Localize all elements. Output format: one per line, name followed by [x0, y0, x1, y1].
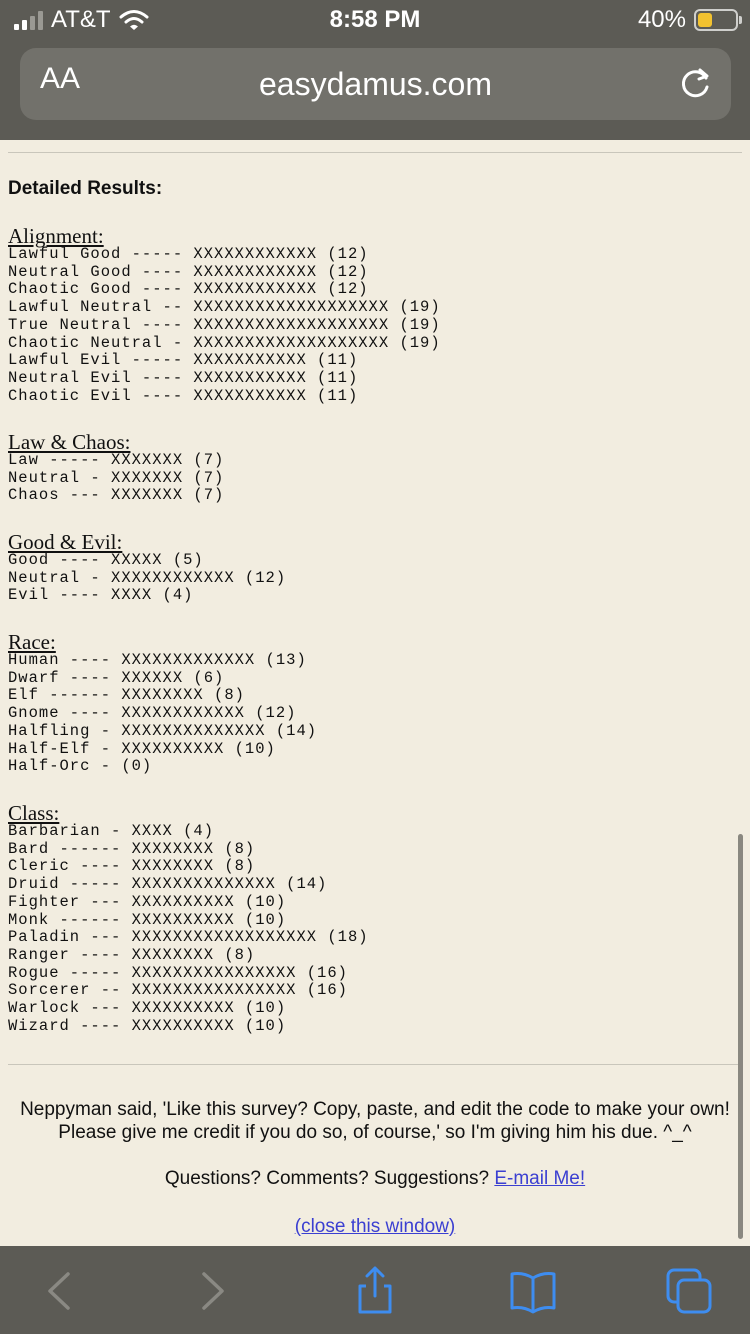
url-text[interactable]: easydamus.com — [20, 66, 731, 103]
browser-chrome: AA easydamus.com — [0, 40, 750, 140]
result-line: Chaotic Neutral - XXXXXXXXXXXXXXXXXXX (1… — [8, 333, 441, 352]
result-line: Druid ----- XXXXXXXXXXXXXX (14) — [8, 875, 328, 894]
detailed-results-heading: Detailed Results: — [8, 178, 163, 199]
scrollbar[interactable] — [738, 834, 743, 1239]
result-line: Neutral - XXXXXXX (7) — [8, 468, 225, 487]
status-bar: AT&T 8:58 PM 40% — [0, 0, 750, 40]
bookmarks-icon[interactable] — [508, 1266, 558, 1316]
result-line: Paladin --- XXXXXXXXXXXXXXXXXX (18) — [8, 928, 369, 947]
top-divider — [8, 152, 742, 153]
status-right: 40% — [637, 6, 742, 34]
email-link[interactable]: E-mail Me! — [494, 1168, 585, 1189]
result-line: Cleric ---- XXXXXXXX (8) — [8, 857, 256, 876]
result-line: Neutral Good ---- XXXXXXXXXXXX (12) — [8, 262, 369, 281]
result-line: Bard ------ XXXXXXXX (8) — [8, 839, 256, 858]
result-line: Half-Orc - (0) — [8, 757, 153, 776]
good-evil-results: Good ---- XXXXX (5) Neutral - XXXXXXXXXXX… — [8, 551, 287, 605]
result-line: Lawful Good ----- XXXXXXXXXXXX (12) — [8, 245, 369, 263]
share-icon[interactable] — [350, 1266, 400, 1316]
result-line: Gnome ---- XXXXXXXXXXXX (12) — [8, 704, 297, 723]
alignment-results: Lawful Good ----- XXXXXXXXXXXX (12) Neutr… — [8, 245, 441, 405]
forward-icon[interactable] — [186, 1266, 236, 1316]
close-window-row: (close this window) — [0, 1216, 750, 1238]
battery-percent: 40% — [637, 6, 686, 33]
result-line: Human ---- XXXXXXXXXXXXX (13) — [8, 651, 307, 669]
result-line: Barbarian - XXXX (4) — [8, 822, 215, 840]
race-results: Human ---- XXXXXXXXXXXXX (13) Dwarf ---- … — [8, 651, 318, 776]
reload-icon[interactable] — [679, 66, 713, 100]
result-line: Evil ---- XXXX (4) — [8, 586, 194, 605]
address-bar[interactable]: AA easydamus.com — [20, 48, 731, 120]
result-line: Monk ------ XXXXXXXXXX (10) — [8, 910, 287, 929]
close-window-link[interactable]: (close this window) — [295, 1216, 456, 1237]
questions-text: Questions? Comments? Suggestions? — [164, 1168, 490, 1189]
result-line: Lawful Neutral -- XXXXXXXXXXXXXXXXXXX (1… — [8, 298, 441, 317]
result-line: Wizard ---- XXXXXXXXXX (10) — [8, 1016, 287, 1035]
result-line: Halfling - XXXXXXXXXXXXXX (14) — [8, 721, 318, 740]
result-line: Dwarf ---- XXXXXX (6) — [8, 668, 225, 687]
result-line: Rogue ----- XXXXXXXXXXXXXXXX (16) — [8, 963, 348, 982]
result-line: Good ---- XXXXX (5) — [8, 551, 204, 569]
result-line: Chaotic Good ---- XXXXXXXXXXXX (12) — [8, 280, 369, 299]
result-line: Ranger ---- XXXXXXXX (8) — [8, 945, 256, 964]
result-line: Lawful Evil ----- XXXXXXXXXXX (11) — [8, 351, 359, 370]
bottom-toolbar — [0, 1246, 750, 1334]
result-line: Sorcerer -- XXXXXXXXXXXXXXXX (16) — [8, 981, 348, 1000]
law-chaos-results: Law ----- XXXXXXX (7) Neutral - XXXXXXX (… — [8, 451, 225, 505]
questions-line: Questions? Comments? Suggestions? E-mail… — [0, 1168, 750, 1190]
battery-icon — [694, 9, 742, 31]
result-line: Law ----- XXXXXXX (7) — [8, 451, 225, 469]
class-results: Barbarian - XXXX (4) Bard ------ XXXXXXXX… — [8, 822, 369, 1035]
tabs-icon[interactable] — [664, 1266, 714, 1316]
result-line: Chaotic Evil ---- XXXXXXXXXXX (11) — [8, 386, 359, 405]
back-icon[interactable] — [36, 1266, 86, 1316]
result-line: Chaos --- XXXXXXX (7) — [8, 486, 225, 505]
result-line: Half-Elf - XXXXXXXXXX (10) — [8, 739, 276, 758]
result-line: Warlock --- XXXXXXXXXX (10) — [8, 999, 287, 1018]
result-line: Neutral Evil ---- XXXXXXXXXXX (11) — [8, 368, 359, 387]
page-content: Detailed Results: Alignment: Lawful Good… — [0, 140, 750, 1246]
bottom-divider — [8, 1064, 742, 1065]
credit-note: Neppyman said, 'Like this survey? Copy, … — [20, 1099, 730, 1143]
result-line: Fighter --- XXXXXXXXXX (10) — [8, 892, 287, 911]
result-line: True Neutral ---- XXXXXXXXXXXXXXXXXXX (1… — [8, 315, 441, 334]
result-line: Elf ------ XXXXXXXX (8) — [8, 686, 245, 705]
result-line: Neutral - XXXXXXXXXXXX (12) — [8, 568, 287, 587]
